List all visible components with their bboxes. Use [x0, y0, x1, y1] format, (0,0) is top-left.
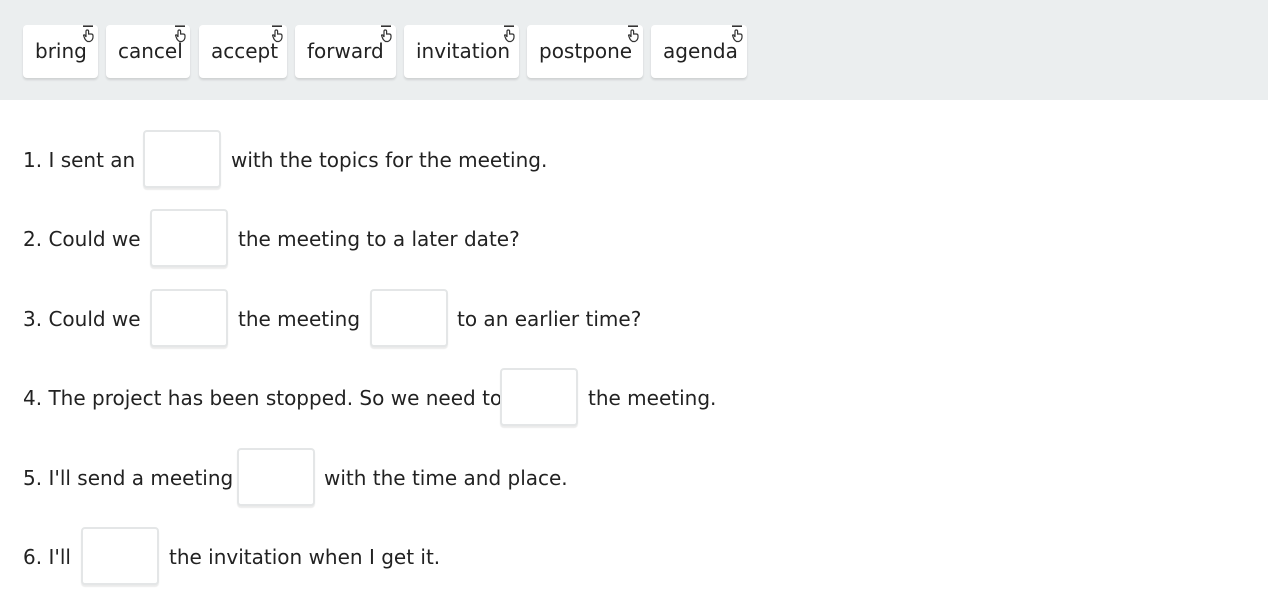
word-chip-forward[interactable]: forward — [295, 25, 396, 78]
sentence-text: 6. I'll — [23, 545, 71, 569]
sentence-text: the meeting. — [588, 386, 717, 410]
sentence-text: 3. Could we — [23, 307, 141, 331]
drag-handle-icon — [174, 25, 186, 43]
word-chip-postpone[interactable]: postpone — [527, 25, 643, 78]
word-chip-label: invitation — [416, 39, 511, 63]
sentence-text: 5. I'll send a meeting — [23, 466, 234, 490]
drag-handle-icon — [82, 25, 94, 43]
word-chip-label: accept — [211, 39, 279, 63]
sentence-4: 4. The project has been stopped. So we n… — [0, 368, 1268, 430]
sentence-text: 4. The project has been stopped. So we n… — [23, 386, 503, 410]
sentence-6: 6. I'll the invitation when I get it. — [0, 527, 1268, 589]
word-chip-accept[interactable]: accept — [199, 25, 287, 78]
drag-handle-icon — [731, 25, 743, 43]
answer-gap[interactable] — [500, 368, 578, 426]
word-chip-label: agenda — [663, 39, 738, 63]
sentence-text: with the topics for the meeting. — [231, 148, 548, 172]
word-chip-agenda[interactable]: agenda — [651, 25, 747, 78]
word-chip-label: bring — [35, 39, 87, 63]
sentence-text: the meeting to a later date? — [238, 227, 520, 251]
word-bank: bring cancel accept forward invitation p… — [0, 0, 1268, 100]
word-chip-invitation[interactable]: invitation — [404, 25, 519, 78]
drag-handle-icon — [503, 25, 515, 43]
answer-gap[interactable] — [237, 448, 315, 506]
sentence-2: 2. Could we the meeting to a later date? — [0, 209, 1268, 271]
sentence-3: 3. Could we the meeting to an earlier ti… — [0, 289, 1268, 351]
answer-gap[interactable] — [81, 527, 159, 585]
drag-handle-icon — [271, 25, 283, 43]
sentence-text: with the time and place. — [324, 466, 568, 490]
word-chip-cancel[interactable]: cancel — [106, 25, 190, 78]
sentence-text: the invitation when I get it. — [169, 545, 441, 569]
sentence-text: to an earlier time? — [457, 307, 642, 331]
sentence-text: 1. I sent an — [23, 148, 136, 172]
sentence-1: 1. I sent an with the topics for the mee… — [0, 130, 1268, 192]
drag-handle-icon — [627, 25, 639, 43]
word-chip-bring[interactable]: bring — [23, 25, 98, 78]
sentence-text: 2. Could we — [23, 227, 141, 251]
answer-gap[interactable] — [370, 289, 448, 347]
word-chip-label: postpone — [539, 39, 633, 63]
answer-gap[interactable] — [143, 130, 221, 188]
word-chip-label: forward — [307, 39, 384, 63]
answer-gap[interactable] — [150, 209, 228, 267]
sentence-text: the meeting — [238, 307, 361, 331]
answer-gap[interactable] — [150, 289, 228, 347]
sentence-5: 5. I'll send a meeting with the time and… — [0, 448, 1268, 510]
drag-handle-icon — [380, 25, 392, 43]
